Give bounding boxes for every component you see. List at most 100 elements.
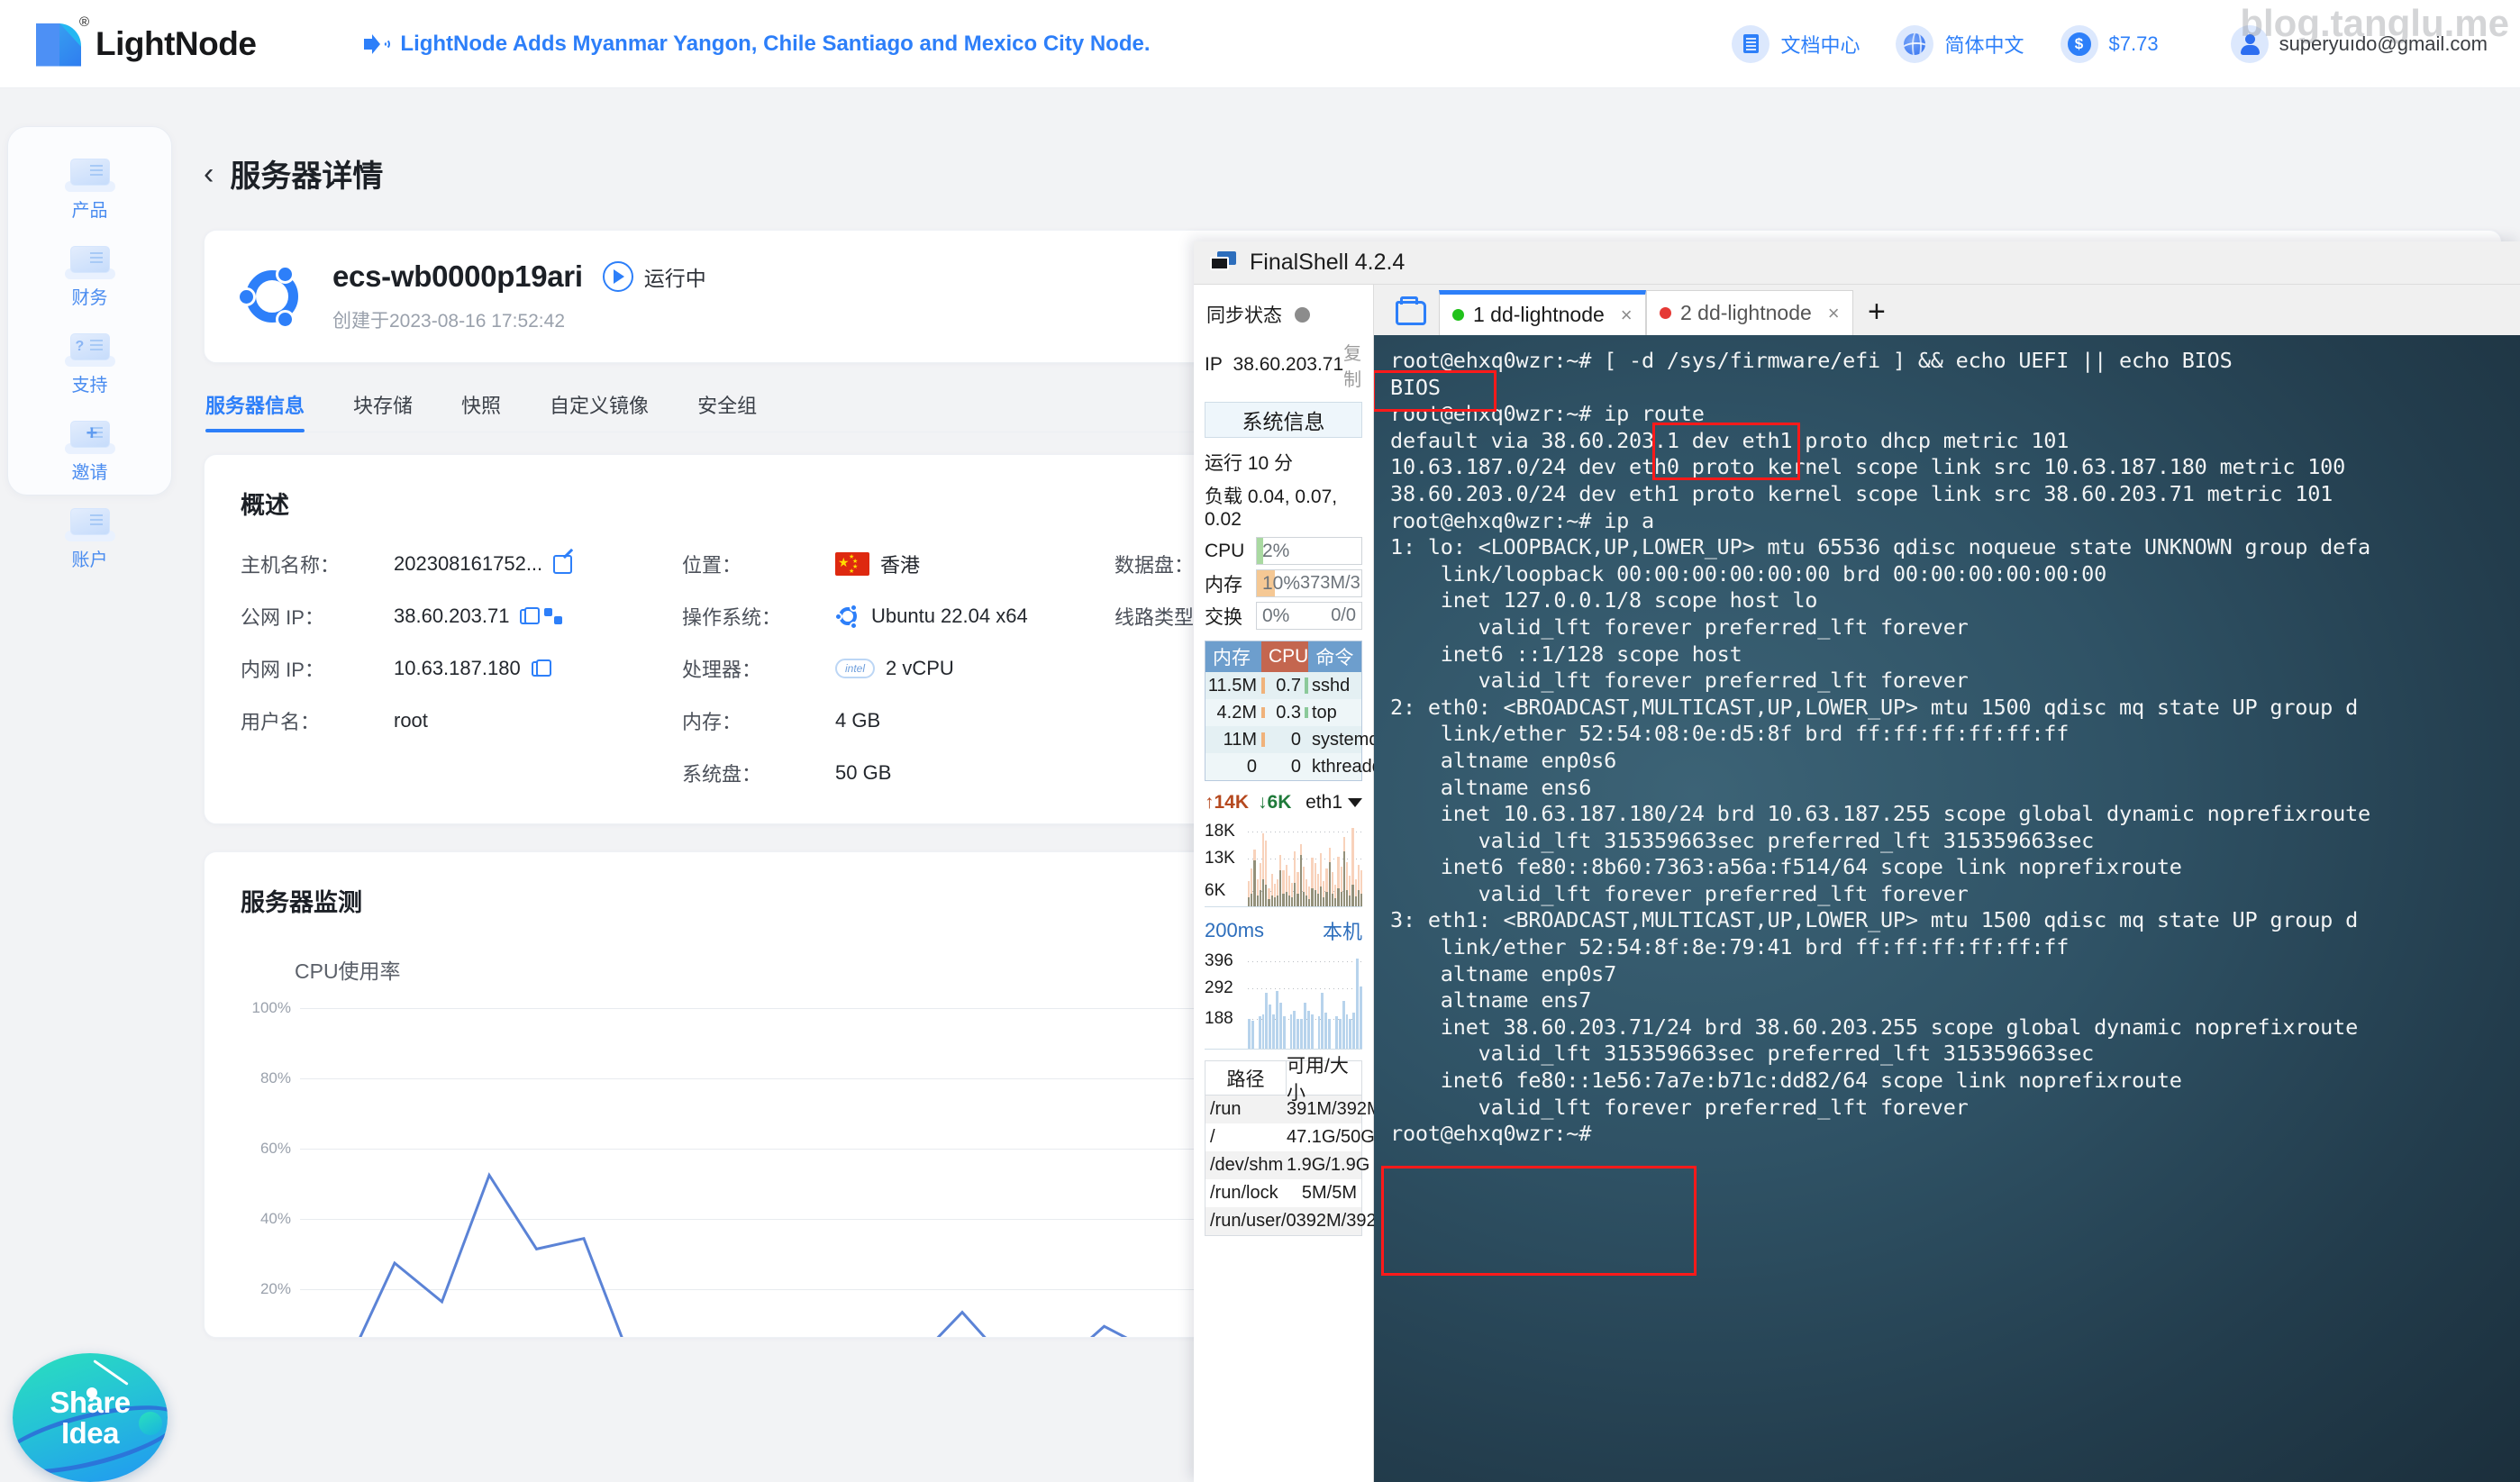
- disk-path: /run/lock: [1210, 1183, 1278, 1203]
- status-dot-icon: [1660, 307, 1671, 319]
- network-interface-select[interactable]: eth1: [1305, 792, 1362, 814]
- swap-ip-icon[interactable]: [544, 608, 563, 624]
- terminal-tab-1[interactable]: 1 dd-lightnode ×: [1439, 290, 1646, 335]
- disk-path: /dev/shm: [1210, 1155, 1284, 1175]
- cpu-meter-value: 2%: [1262, 540, 1290, 561]
- system-info-button[interactable]: 系统信息: [1205, 402, 1362, 438]
- ip-label: IP: [1205, 354, 1223, 375]
- ping-bar: [1289, 1014, 1293, 1049]
- new-tab-button[interactable]: +: [1853, 295, 1900, 335]
- ping-bar: [1272, 1014, 1275, 1049]
- process-col-cpu[interactable]: CPU: [1261, 641, 1309, 672]
- registered-mark: ®: [79, 14, 90, 30]
- network-bar: [1320, 852, 1323, 906]
- process-cmd: sshd: [1312, 675, 1351, 696]
- ping-bar: [1352, 1013, 1356, 1049]
- back-button[interactable]: ‹: [204, 159, 214, 189]
- process-cpu: 0.7: [1276, 675, 1301, 696]
- terminal-output[interactable]: root@ehxq0wzr:~# [ -d /sys/firmware/efi …: [1374, 335, 2520, 1482]
- terminal-tab-2[interactable]: 2 dd-lightnode ×: [1646, 290, 1853, 335]
- network-interface-value: eth1: [1305, 792, 1342, 813]
- network-bar: [1360, 870, 1363, 906]
- process-mem: 11M: [1223, 729, 1257, 750]
- table-row[interactable]: 11.5M 0.7 sshd: [1205, 672, 1361, 699]
- docs-center-link[interactable]: 文档中心: [1732, 24, 1860, 63]
- account-balance[interactable]: $ $7.73: [2060, 24, 2159, 63]
- tab-block-storage[interactable]: 块存储: [353, 390, 413, 432]
- table-row[interactable]: / 47.1G/50G: [1205, 1123, 1375, 1151]
- tab-custom-image[interactable]: 自定义镜像: [550, 390, 649, 432]
- table-row[interactable]: /run/user/0 392M/392M: [1205, 1207, 1391, 1235]
- disk-col-path[interactable]: 路径: [1205, 1061, 1287, 1095]
- system-disk-label: 系统盘：: [682, 763, 762, 786]
- ping-bar: [1282, 1016, 1286, 1049]
- ip-value: 38.60.203.71: [1233, 354, 1344, 375]
- memory-meter-detail: 373M/3.8G: [1300, 573, 1361, 593]
- copy-icon[interactable]: [520, 606, 541, 624]
- memory-meter-label: 内存: [1205, 574, 1242, 596]
- cpu-meter-label: CPU: [1205, 540, 1245, 561]
- announcement-banner[interactable]: LightNode Adds Myanmar Yangon, Chile San…: [364, 31, 1151, 57]
- close-icon[interactable]: ×: [1828, 302, 1840, 325]
- disk-size: 1.9G/1.9G: [1287, 1155, 1370, 1175]
- network-bar: [1282, 870, 1285, 906]
- tab-security-group[interactable]: 安全组: [697, 390, 757, 432]
- network-bar: [1349, 876, 1351, 906]
- tab-snapshot[interactable]: 快照: [461, 390, 501, 432]
- disk-col-size[interactable]: 可用/大小: [1287, 1056, 1361, 1104]
- table-row[interactable]: 4.2M 0.3 top: [1205, 699, 1361, 726]
- load-average-text: 负载 0.04, 0.07, 0.02: [1205, 486, 1338, 530]
- ping-bar: [1360, 986, 1362, 1049]
- ping-bar: [1258, 1016, 1261, 1049]
- terminal-tab-label: 2 dd-lightnode: [1680, 301, 1812, 324]
- cpu-value-row: intel 2 vCPU: [835, 657, 1114, 680]
- copy-ip-button[interactable]: 复制: [1343, 339, 1362, 391]
- network-bar: [1357, 865, 1360, 906]
- brand-logo[interactable]: ® LightNode: [32, 14, 257, 72]
- network-bar: [1305, 879, 1308, 906]
- public-ip-label: 公网 IP：: [241, 606, 324, 629]
- process-col-cmd[interactable]: 命令: [1308, 641, 1361, 672]
- sidebar-item-account[interactable]: 账户: [8, 496, 171, 577]
- sidebar-item-invite[interactable]: + 邀请: [8, 409, 171, 489]
- network-download: ↓6K: [1258, 792, 1292, 813]
- sidebar-item-billing[interactable]: 财务: [8, 234, 171, 314]
- table-row[interactable]: 0 0 kthreadd: [1205, 753, 1382, 780]
- close-icon[interactable]: ×: [1621, 304, 1633, 327]
- account-email: superyuıdo@gmail.com: [2279, 32, 2488, 55]
- network-bar: [1259, 863, 1262, 906]
- edit-icon[interactable]: [553, 554, 573, 574]
- table-row[interactable]: /run/lock 5M/5M: [1205, 1179, 1361, 1207]
- disk-usage-table: 路径 可用/大小 /run 391M/392M / 47.1G/50G /dev…: [1205, 1056, 1391, 1236]
- table-row[interactable]: /run 391M/392M: [1205, 1096, 1382, 1123]
- network-bar: [1311, 857, 1314, 906]
- y-tick: 80%: [259, 1069, 291, 1086]
- ping-bar: [1338, 1018, 1342, 1049]
- power-status-icon[interactable]: [602, 261, 633, 292]
- ping-bar: [1317, 1016, 1321, 1049]
- cpu-line-series: [359, 1172, 1203, 1337]
- ping-bar: [1345, 1014, 1349, 1049]
- network-bar: [1337, 856, 1340, 906]
- table-row[interactable]: 11M 0 systemd: [1205, 726, 1378, 753]
- invite-icon: +: [61, 413, 119, 456]
- folder-icon: [1396, 295, 1426, 325]
- table-row[interactable]: /dev/shm 1.9G/1.9G: [1205, 1151, 1369, 1179]
- location-label: 位置：: [682, 554, 742, 577]
- share-idea-button[interactable]: Share Idea: [13, 1353, 168, 1482]
- sidebar-item-products[interactable]: 产品: [8, 147, 171, 227]
- private-ip-value-row: 10.63.187.180: [394, 657, 682, 680]
- copy-icon[interactable]: [531, 659, 551, 677]
- user-account-menu[interactable]: superyuıdo@gmail.com: [2230, 24, 2488, 63]
- sidebar-item-support[interactable]: ? 支持: [8, 322, 171, 402]
- language-switcher[interactable]: 简体中文: [1896, 24, 2024, 63]
- announcement-text: LightNode Adds Myanmar Yangon, Chile San…: [400, 31, 1151, 56]
- ping-host: 本机: [1322, 921, 1362, 943]
- process-col-mem[interactable]: 内存: [1205, 641, 1261, 672]
- y-tick: 396: [1205, 951, 1233, 970]
- cpu-meter: 2%: [1256, 537, 1362, 565]
- billing-icon: [61, 238, 119, 281]
- swap-meter-row: 交换 0% 0/0: [1205, 602, 1362, 630]
- file-manager-button[interactable]: [1383, 290, 1439, 335]
- tab-server-info[interactable]: 服务器信息: [205, 390, 305, 432]
